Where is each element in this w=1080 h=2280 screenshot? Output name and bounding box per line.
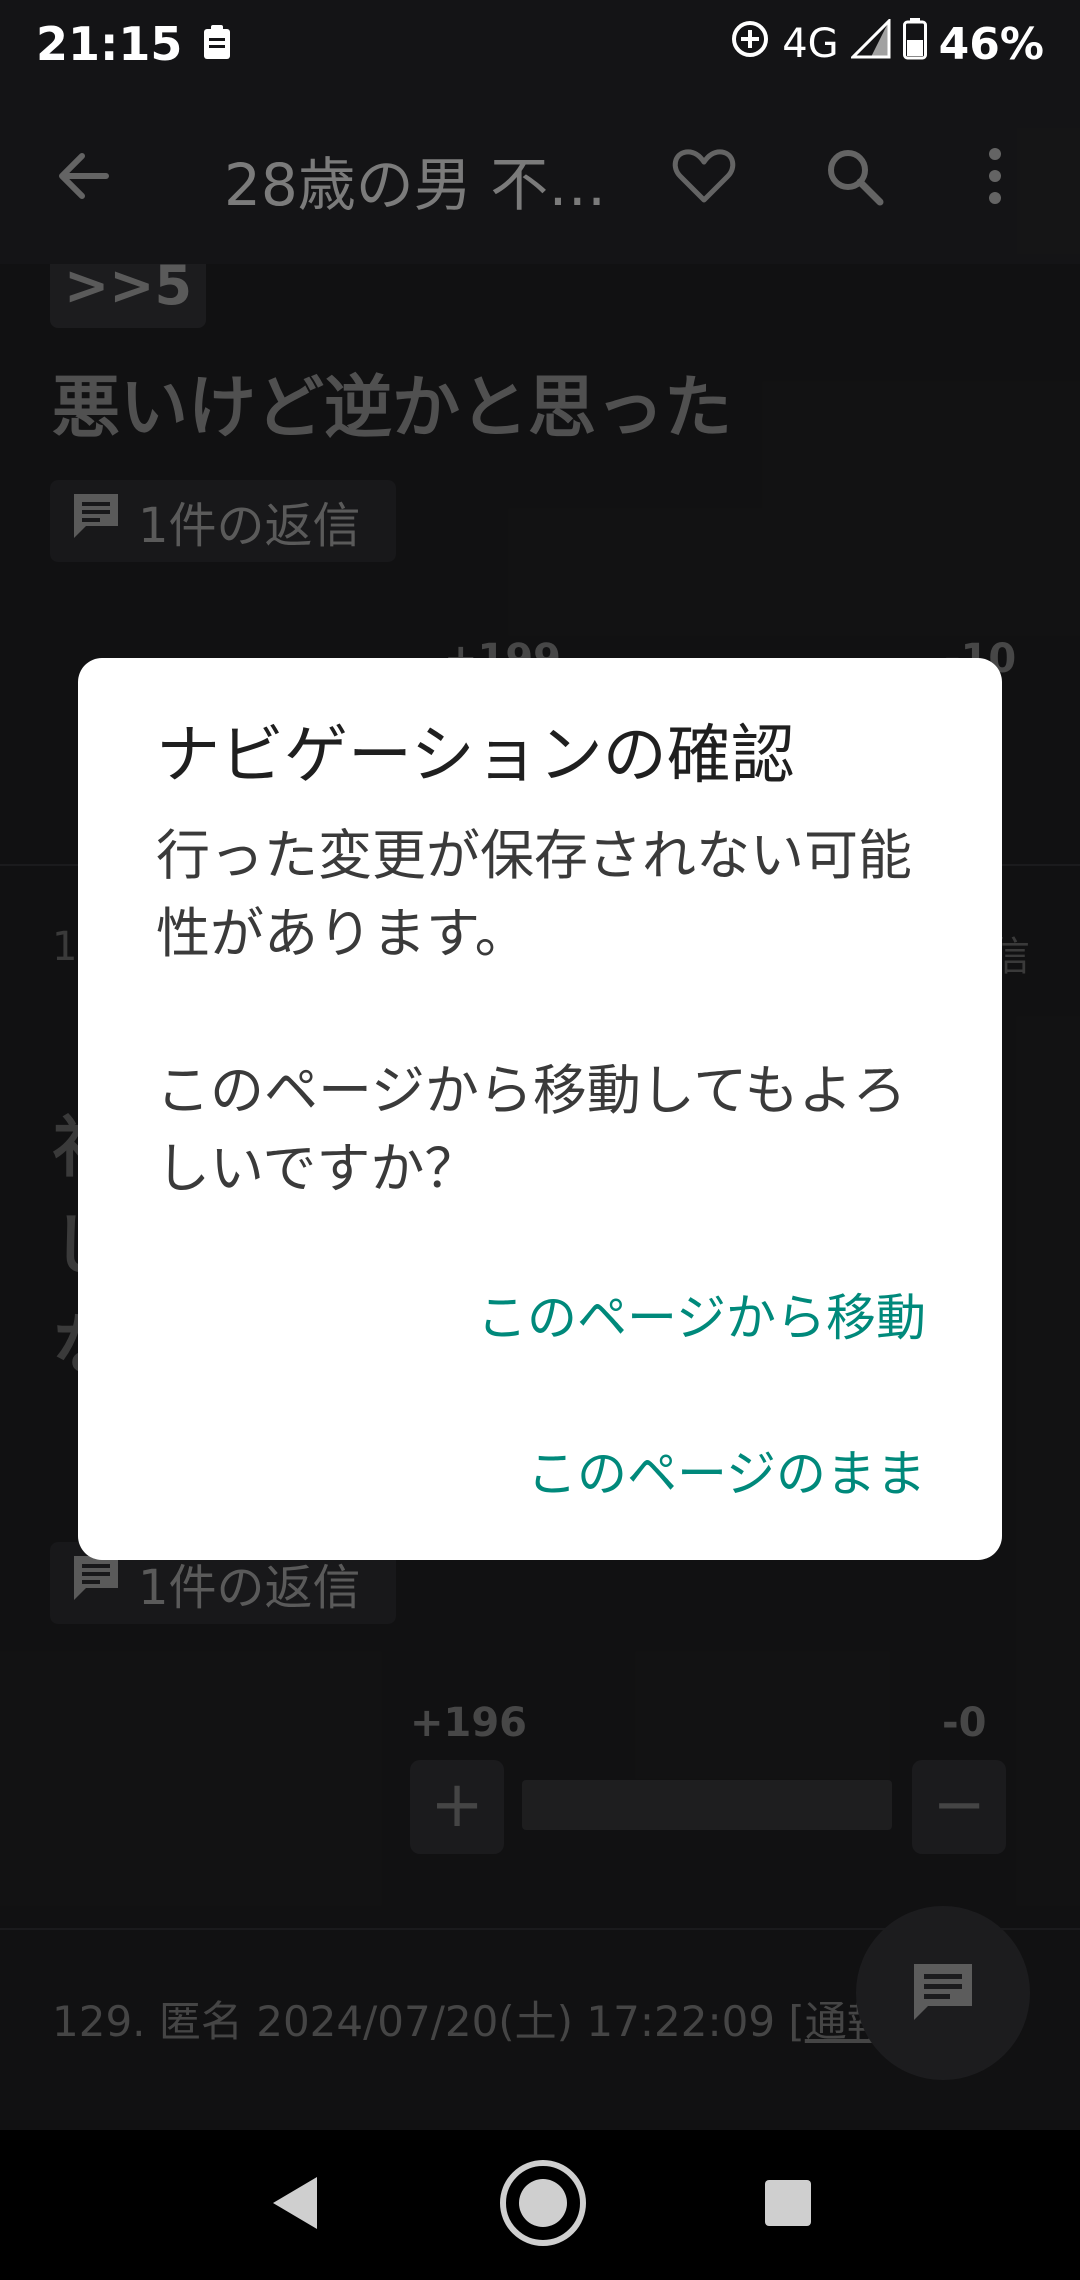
status-time: 21:15 [36, 17, 183, 71]
battery-percent: 46% [938, 18, 1044, 70]
square-recents-icon [763, 2180, 813, 2232]
network-type: 4G [782, 21, 839, 67]
dialog-actions: このページから移動 このページのまま [477, 1278, 926, 1590]
circle-home-icon [498, 2160, 588, 2252]
signal-icon [849, 17, 891, 69]
system-nav-bar [0, 2130, 1080, 2280]
stay-on-page-button[interactable]: このページのまま [477, 1434, 926, 1506]
leave-page-button[interactable]: このページから移動 [477, 1278, 926, 1350]
battery-icon [902, 18, 927, 70]
nav-back-button[interactable] [267, 2173, 323, 2237]
status-left: 21:15 [36, 17, 232, 71]
navigation-confirm-dialog: ナビゲーションの確認 行った変更が保存されない可能性があります。 このページから… [78, 658, 1002, 1560]
triangle-back-icon [267, 2177, 323, 2237]
data-saver-icon [730, 19, 770, 69]
dialog-message: 行った変更が保存されない可能性があります。 このページから移動してもよろしいです… [156, 823, 912, 1200]
status-bar: 21:15 4G 46% [0, 0, 1080, 88]
dialog-title: ナビゲーションの確認 [156, 719, 795, 793]
status-right: 4G 46% [730, 17, 1044, 70]
nav-recents-button[interactable] [763, 2178, 813, 2232]
nav-home-button[interactable] [498, 2158, 588, 2252]
clipboard-icon [202, 17, 232, 71]
